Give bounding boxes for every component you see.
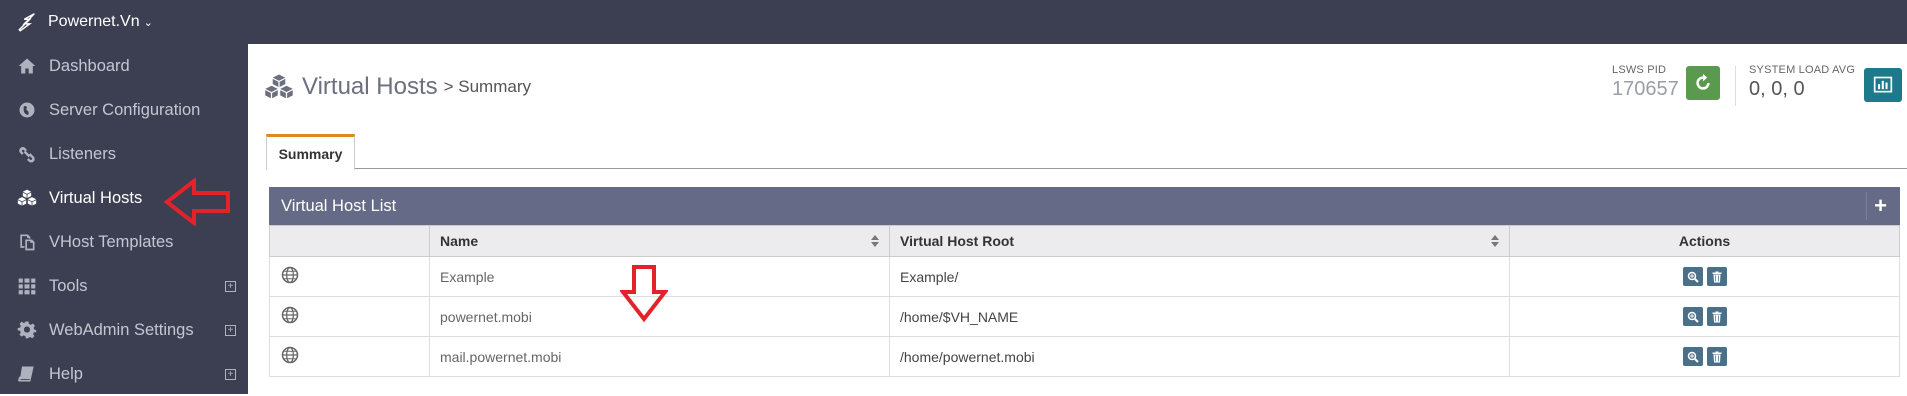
load-label: SYSTEM LOAD AVG bbox=[1749, 64, 1856, 76]
bar-chart-icon bbox=[1873, 76, 1893, 93]
brand-menu[interactable]: Powernet.Vn ⌄ bbox=[16, 0, 153, 44]
trash-icon bbox=[1712, 271, 1721, 282]
table-row: powernet.mobi /home/$VH_NAME bbox=[269, 296, 1900, 337]
sidebar-item-label: Tools bbox=[49, 276, 88, 295]
sort-icon[interactable] bbox=[1491, 235, 1499, 247]
home-icon bbox=[16, 55, 38, 77]
tab-bar: Summary bbox=[266, 134, 1907, 170]
sidebar-item-webadmin-settings[interactable]: WebAdmin Settings + bbox=[0, 308, 248, 352]
page-title: Virtual Hosts > Summary bbox=[264, 72, 531, 102]
sidebar-item-label: Listeners bbox=[49, 144, 116, 163]
tab-summary[interactable]: Summary bbox=[266, 134, 355, 170]
sidebar-item-dashboard[interactable]: Dashboard bbox=[0, 44, 248, 88]
sidebar-item-label: Dashboard bbox=[49, 56, 130, 75]
system-load: SYSTEM LOAD AVG 0, 0, 0 bbox=[1749, 64, 1855, 101]
link-icon bbox=[16, 143, 38, 165]
delete-button[interactable] bbox=[1706, 267, 1727, 286]
litespeed-logo-icon bbox=[18, 13, 35, 32]
chevron-down-icon: ⌄ bbox=[143, 16, 153, 29]
table-row: Example Example/ bbox=[269, 256, 1900, 297]
globe-icon bbox=[281, 306, 299, 324]
sidebar-item-label: VHost Templates bbox=[49, 232, 174, 251]
main-content: Virtual Hosts > Summary LSWS PID 170657 … bbox=[248, 44, 1907, 394]
table-row: mail.powernet.mobi /home/powernet.mobi bbox=[269, 336, 1900, 377]
sidebar-item-vhost-templates[interactable]: VHost Templates bbox=[0, 220, 248, 264]
sidebar-item-tools[interactable]: Tools + bbox=[0, 264, 248, 308]
add-virtual-host-button[interactable]: + bbox=[1866, 192, 1894, 220]
table-header-row: Name Virtual Host Root Actions bbox=[269, 225, 1900, 257]
zoom-icon bbox=[1687, 311, 1699, 323]
top-bar: Powernet.Vn ⌄ bbox=[0, 0, 1907, 44]
sidebar-item-label: WebAdmin Settings bbox=[49, 320, 194, 339]
book-icon bbox=[16, 363, 38, 385]
sidebar-item-server-configuration[interactable]: Server Configuration bbox=[0, 88, 248, 132]
column-label: Name bbox=[440, 233, 479, 249]
actions-cell bbox=[1509, 256, 1900, 297]
breadcrumb: > Summary bbox=[443, 77, 531, 96]
zoom-icon bbox=[1687, 271, 1699, 283]
sidebar-item-listeners[interactable]: Listeners bbox=[0, 132, 248, 176]
view-button[interactable] bbox=[1682, 307, 1703, 326]
cubes-icon bbox=[16, 187, 38, 209]
trash-icon bbox=[1712, 311, 1721, 322]
sidebar-item-label: Virtual Hosts bbox=[49, 188, 143, 207]
globe-icon bbox=[16, 99, 38, 121]
delete-button[interactable] bbox=[1706, 307, 1727, 326]
expand-icon[interactable]: + bbox=[225, 324, 236, 336]
brand-name: Powernet.Vn bbox=[48, 13, 140, 30]
vhost-icon-cell bbox=[269, 296, 430, 337]
view-button[interactable] bbox=[1682, 347, 1703, 366]
view-button[interactable] bbox=[1682, 267, 1703, 286]
expand-icon[interactable]: + bbox=[225, 368, 236, 380]
gear-icon bbox=[16, 319, 38, 341]
pid-label: LSWS PID bbox=[1612, 64, 1667, 76]
icon-column-header bbox=[269, 225, 430, 257]
name-column-header[interactable]: Name bbox=[429, 225, 890, 257]
expand-icon[interactable]: + bbox=[225, 280, 236, 292]
actions-column-header: Actions bbox=[1509, 225, 1900, 257]
vhost-root: Example/ bbox=[889, 256, 1510, 297]
annotation-arrow-down-icon bbox=[620, 265, 668, 322]
sidebar-item-label: Server Configuration bbox=[49, 100, 201, 119]
pid-value: 170657 bbox=[1612, 78, 1679, 100]
column-label: Virtual Host Root bbox=[900, 233, 1015, 249]
sidebar-item-help[interactable]: Help + bbox=[0, 352, 248, 396]
virtual-host-table: Name Virtual Host Root Actions Example E… bbox=[269, 225, 1900, 377]
panel-title: Virtual Host List bbox=[281, 196, 397, 215]
page-title-text: Virtual Hosts bbox=[302, 73, 438, 100]
vhost-name[interactable]: mail.powernet.mobi bbox=[429, 336, 890, 377]
actions-cell bbox=[1509, 336, 1900, 377]
sidebar-item-label: Help bbox=[49, 364, 83, 383]
vhost-icon-cell bbox=[269, 256, 430, 297]
cubes-icon bbox=[265, 74, 293, 99]
restart-button[interactable] bbox=[1686, 66, 1720, 100]
vhost-root: /home/powernet.mobi bbox=[889, 336, 1510, 377]
delete-button[interactable] bbox=[1706, 347, 1727, 366]
globe-icon bbox=[281, 346, 299, 364]
annotation-arrow-left-icon bbox=[164, 178, 230, 226]
divider bbox=[1735, 66, 1736, 106]
panel-header: Virtual Host List + bbox=[269, 187, 1900, 225]
grid-icon bbox=[16, 275, 38, 297]
zoom-icon bbox=[1687, 351, 1699, 363]
vhost-root: /home/$VH_NAME bbox=[889, 296, 1510, 337]
root-column-header[interactable]: Virtual Host Root bbox=[889, 225, 1510, 257]
realtime-stats-button[interactable] bbox=[1864, 68, 1902, 102]
copy-icon bbox=[16, 231, 38, 253]
virtual-host-list-panel: Virtual Host List + Name Virtual Host Ro… bbox=[269, 187, 1900, 377]
lsws-pid: LSWS PID 170657 bbox=[1612, 64, 1679, 101]
refresh-icon bbox=[1696, 73, 1710, 90]
actions-cell bbox=[1509, 296, 1900, 337]
load-value: 0, 0, 0 bbox=[1749, 78, 1805, 100]
trash-icon bbox=[1712, 351, 1721, 362]
sort-icon[interactable] bbox=[871, 235, 879, 247]
globe-icon bbox=[281, 266, 299, 284]
vhost-icon-cell bbox=[269, 336, 430, 377]
